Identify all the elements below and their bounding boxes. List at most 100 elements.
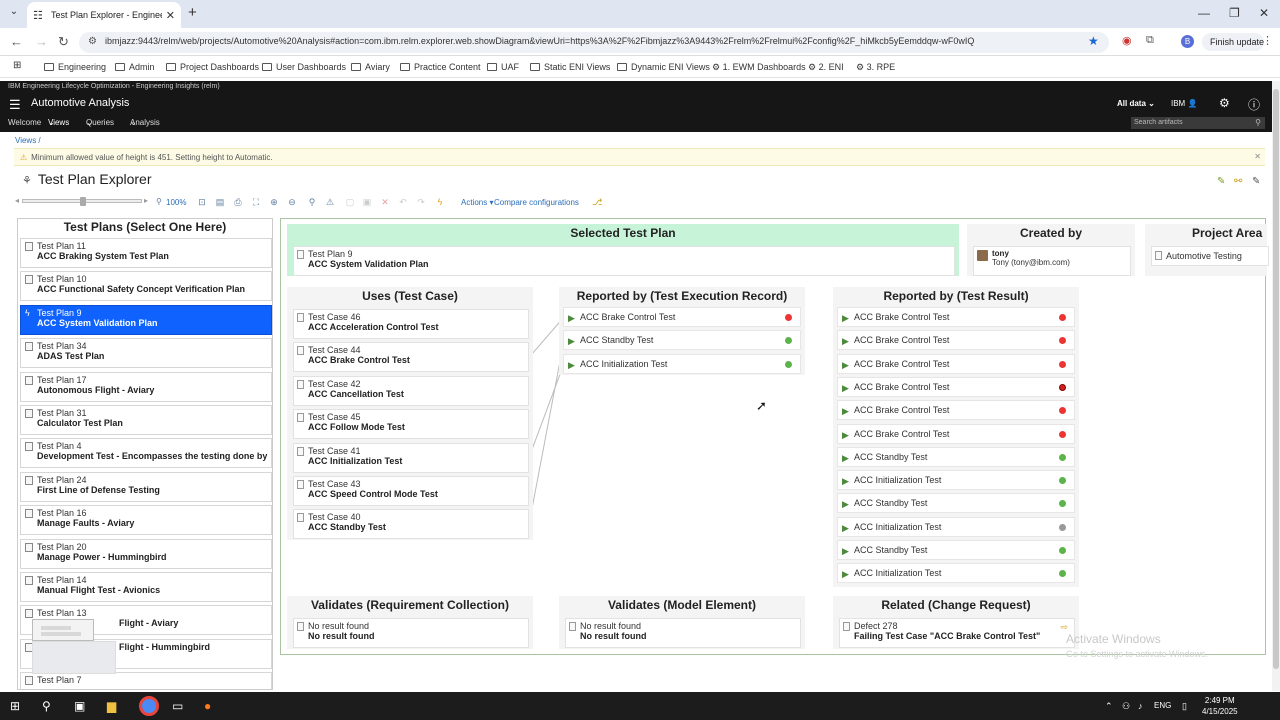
bookmark-eni[interactable]: ⚙ 2. ENI	[808, 62, 844, 73]
test-plan-item[interactable]: Test Plan 14 Manual Flight Test - Avionic…	[20, 572, 272, 602]
zoom-slider[interactable]	[22, 197, 142, 206]
zoom-out-icon[interactable]: ⊖	[287, 197, 297, 207]
bookmark-user-dashboards[interactable]: User Dashboards	[262, 62, 346, 72]
extension-icon[interactable]: ◉	[1122, 34, 1132, 47]
url-field[interactable]: ⚙ ibmjazz:9443/relm/web/projects/Automot…	[79, 32, 1109, 53]
tray-battery-icon[interactable]: ▯	[1182, 701, 1187, 712]
test-plan-item[interactable]: ϟ Test Plan 9 ACC System Validation Plan	[20, 304, 272, 335]
tab-search-icon[interactable]: ⌄	[7, 6, 21, 20]
bookmark-aviary[interactable]: Aviary	[351, 62, 390, 72]
tray-volume-icon[interactable]: ♪	[1138, 701, 1143, 711]
slider-right-icon[interactable]: ▸	[144, 196, 148, 205]
execution-record-item[interactable]: ▶ ACC Initialization Test	[563, 353, 801, 374]
execution-record-item[interactable]: ▶ ACC Brake Control Test	[563, 307, 801, 327]
test-case-item[interactable]: Test Case 45 ACC Follow Mode Test	[293, 409, 529, 440]
test-case-item[interactable]: Test Case 40 ACC Standby Test	[293, 509, 529, 540]
zoom-level[interactable]: 100%	[166, 198, 186, 207]
test-result-item[interactable]: ▶ ACC Initialization Test	[837, 516, 1075, 537]
language-indicator[interactable]: ENG	[1154, 701, 1171, 710]
new-tab-icon[interactable]: +	[188, 4, 197, 21]
test-plan-item[interactable]: Test Plan 11 ACC Braking System Test Plan	[20, 238, 272, 268]
compare-configurations-link[interactable]: Compare configurations	[494, 198, 579, 207]
test-result-item[interactable]: ▶ ACC Standby Test	[837, 493, 1075, 514]
pencil-icon[interactable]: ✎	[1252, 176, 1260, 187]
link-icon[interactable]: ⚯	[1234, 176, 1242, 187]
nav-welcome[interactable]: Welcome	[8, 118, 41, 127]
extensions-puzzle-icon[interactable]: ⧉	[1146, 34, 1154, 47]
close-warning-icon[interactable]: ✕	[1254, 152, 1261, 161]
creator-item[interactable]: tony Tony (tony@ibm.com)	[973, 246, 1131, 276]
expand-icon[interactable]: ⛶	[251, 197, 261, 207]
delete-icon[interactable]: ✕	[380, 197, 390, 207]
settings-gear-icon[interactable]: ⚙	[1219, 96, 1230, 110]
profile-avatar[interactable]: B	[1181, 35, 1194, 48]
fit-icon[interactable]: ⊡	[197, 197, 207, 207]
test-result-item[interactable]: ▶ ACC Initialization Test	[837, 563, 1075, 584]
zoom-slider-knob[interactable]	[80, 197, 86, 206]
tab-close-icon[interactable]: ✕	[166, 9, 175, 22]
bookmark-star-icon[interactable]: ★	[1088, 34, 1099, 48]
execution-record-item[interactable]: ▶ ACC Standby Test	[563, 330, 801, 351]
bookmark-dynamic-eni-views[interactable]: Dynamic ENI Views	[617, 62, 710, 72]
task-view-icon[interactable]: ▣	[74, 699, 85, 713]
test-result-item[interactable]: ▶ ACC Brake Control Test	[837, 376, 1075, 397]
bookmark-admin[interactable]: Admin	[115, 62, 155, 72]
restore-icon[interactable]: ❐	[1229, 6, 1240, 20]
nav-queries[interactable]: Queries ⌄	[86, 118, 114, 127]
test-case-item[interactable]: Test Case 46 ACC Acceleration Control Tes…	[293, 309, 529, 339]
test-plan-item[interactable]: Test Plan 20 Manage Power - Hummingbird	[20, 538, 272, 569]
nav-analysis[interactable]: Analysis ⌄	[130, 118, 160, 127]
copy-icon[interactable]: ▢	[345, 197, 355, 207]
firefox-icon[interactable]: ●	[204, 699, 211, 713]
tray-chevron-icon[interactable]: ⌃	[1105, 701, 1113, 712]
test-case-item[interactable]: Test Case 43 ACC Speed Control Mode Test	[293, 476, 529, 506]
site-info-icon[interactable]: ⚙	[88, 36, 97, 47]
apps-grid-icon[interactable]: ⊞	[13, 60, 21, 71]
paste-icon[interactable]: ▣	[362, 197, 372, 207]
project-area-item[interactable]: Automotive Testing	[1151, 246, 1269, 266]
test-plan-item[interactable]: Test Plan 24 First Line of Defense Testin…	[20, 471, 272, 502]
test-result-item[interactable]: ▶ ACC Brake Control Test	[837, 330, 1075, 351]
hamburger-menu-icon[interactable]: ☰	[9, 97, 21, 113]
layout-icon[interactable]: ⚠	[325, 197, 335, 207]
undo-icon[interactable]: ↶	[398, 197, 408, 207]
test-plan-item[interactable]: Test Plan 34 ADAS Test Plan	[20, 338, 272, 369]
search-artifacts-input[interactable]: Search artifacts ⚲	[1131, 117, 1265, 129]
test-case-item[interactable]: Test Case 44 ACC Brake Control Test	[293, 342, 529, 373]
windows-start-icon[interactable]: ⊞	[10, 699, 20, 713]
search-icon[interactable]: ⚲	[1255, 118, 1261, 127]
bookmark-engineering[interactable]: Engineering	[44, 62, 106, 72]
nav-views[interactable]: Views ⌄	[48, 118, 69, 127]
change-request-item[interactable]: Defect 278 Failing Test Case "ACC Brake …	[839, 618, 1075, 648]
chrome-icon[interactable]	[139, 696, 159, 716]
reload-icon[interactable]: ↻	[58, 34, 69, 50]
close-window-icon[interactable]: ✕	[1259, 6, 1269, 20]
config-icon[interactable]: ⎇	[592, 197, 602, 207]
project-name[interactable]: Automotive Analysis	[31, 97, 129, 109]
breadcrumb[interactable]: Views /	[15, 136, 41, 145]
test-result-item[interactable]: ▶ ACC Standby Test	[837, 540, 1075, 560]
slider-left-icon[interactable]: ◂	[15, 196, 19, 205]
test-case-item[interactable]: Test Case 41 ACC Initialization Test	[293, 442, 529, 473]
test-plan-item[interactable]: Test Plan 7	[20, 672, 272, 689]
test-result-item[interactable]: ▶ ACC Standby Test	[837, 446, 1075, 467]
taskbar-clock[interactable]: 2:49 PM 4/15/2025	[1202, 695, 1238, 717]
print-icon[interactable]: ⎙	[233, 197, 243, 207]
filter-icon[interactable]: ⚲	[307, 197, 317, 207]
search-icon[interactable]: ⚲	[42, 699, 51, 713]
test-plan-item[interactable]: Test Plan 17 Autonomous Flight - Aviary	[20, 371, 272, 402]
selected-plan-item[interactable]: Test Plan 9 ACC System Validation Plan	[293, 246, 955, 276]
bookmark-static-eni-views[interactable]: Static ENI Views	[530, 62, 610, 72]
test-case-item[interactable]: Test Case 42 ACC Cancellation Test	[293, 375, 529, 406]
export-icon[interactable]: ▤	[215, 197, 225, 207]
scrollbar-thumb[interactable]	[1273, 89, 1279, 669]
bookmark-rpe[interactable]: ⚙ 3. RPE	[856, 62, 895, 73]
test-result-item[interactable]: ▶ ACC Brake Control Test	[837, 307, 1075, 327]
test-plan-item[interactable]: Test Plan 4 Development Test - Encompasse…	[20, 438, 272, 469]
edit-pencil-icon[interactable]: ✎	[1217, 176, 1225, 187]
back-icon[interactable]: ←	[10, 34, 23, 49]
finish-update-button[interactable]: Finish update	[1202, 33, 1264, 51]
bookmark-practice-content[interactable]: Practice Content	[400, 62, 481, 72]
terminal-icon[interactable]: ▭	[172, 699, 183, 713]
bookmark-project-dashboards[interactable]: Project Dashboards	[166, 62, 259, 72]
